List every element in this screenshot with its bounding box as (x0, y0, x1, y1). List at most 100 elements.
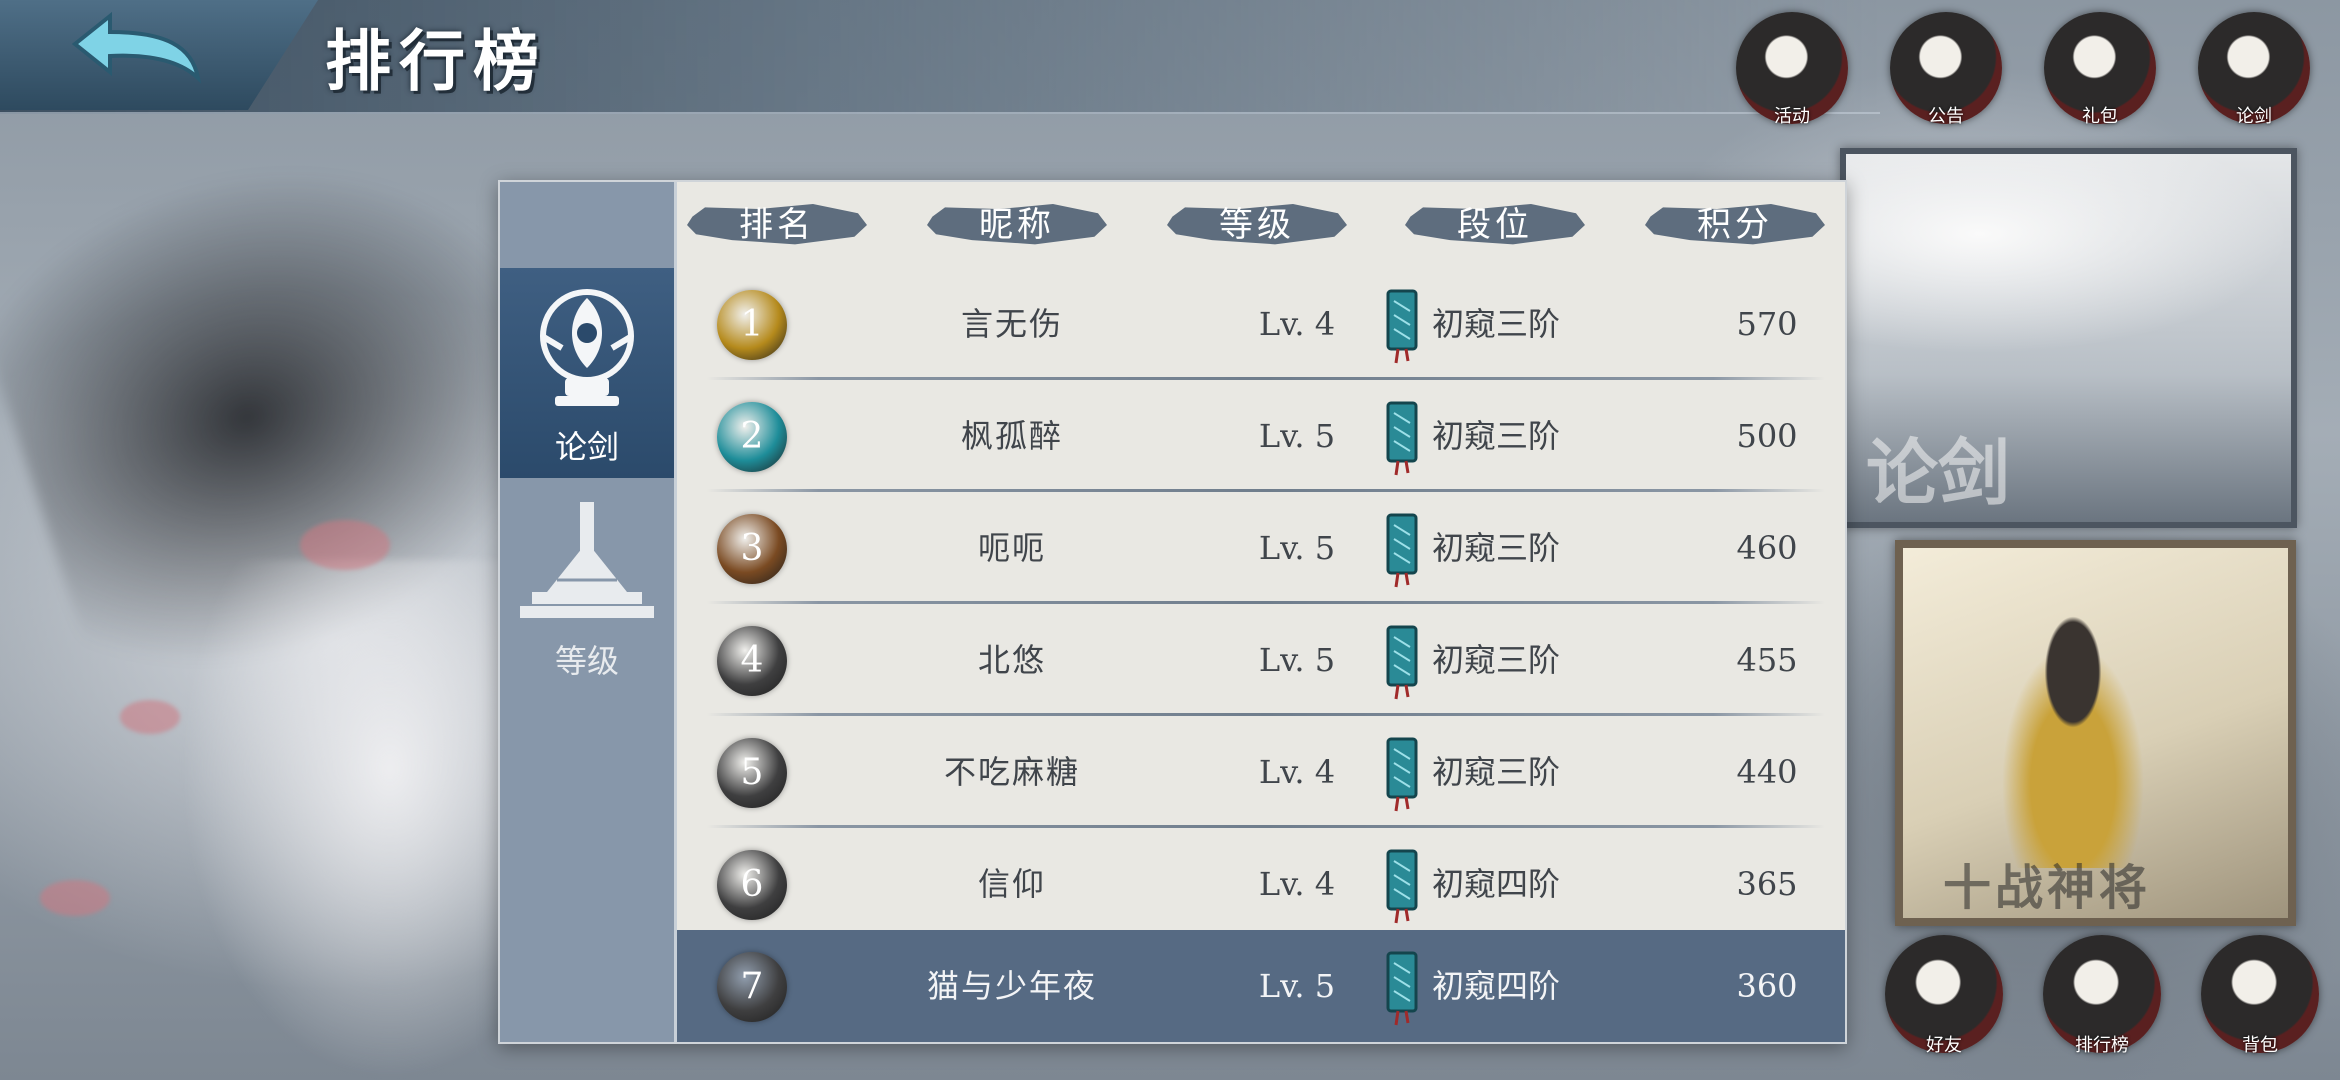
header-level[interactable]: 等级 (1167, 200, 1347, 250)
table-row[interactable]: 7 猫与少年夜 Lv. 5 初窥四阶 360 (677, 930, 1845, 1042)
ranking-sidebar: 论剑 等级 (500, 182, 677, 1042)
character-figure (1973, 588, 2173, 868)
mode-card-generals[interactable]: 十战神将 (1895, 540, 2296, 926)
icon-label: 背包 (2242, 1035, 2278, 1056)
rank-badge: 3 (717, 514, 787, 584)
card-icon[interactable]: 礼包 (2044, 12, 2156, 127)
portrait-icon[interactable]: 公告 (1890, 12, 2002, 127)
player-level: Lv. 4 (1258, 305, 1336, 343)
blossom-petal (120, 700, 180, 734)
rank-badge: 1 (717, 290, 787, 360)
tier-label: 初窥三阶 (1432, 529, 1561, 567)
tier-label: 初窥三阶 (1432, 417, 1561, 455)
header-tier[interactable]: 段位 (1405, 200, 1585, 250)
player-level: Lv. 4 (1258, 753, 1336, 791)
back-button[interactable] (0, 0, 318, 110)
player-nickname: 信仰 (977, 865, 1046, 903)
mask-icon[interactable]: 好友 (1885, 935, 2003, 1056)
header-label: 段位 (1457, 205, 1533, 245)
blossom-petal (40, 880, 110, 916)
player-level: Lv. 4 (1258, 865, 1336, 903)
header-bar: 排行榜 (0, 0, 1880, 114)
scroll-icon[interactable]: 活动 (1736, 12, 1848, 127)
player-score: 365 (1736, 865, 1798, 903)
table-header: 排名 昵称 等级 段位 积分 (677, 182, 1845, 268)
player-level: Lv. 5 (1258, 529, 1336, 567)
table-row[interactable]: 1 言无伤 Lv. 4 初窥三阶 570 (677, 268, 1845, 380)
back-arrow-icon (71, 11, 202, 84)
tier-label: 初窥四阶 (1432, 865, 1561, 903)
page-title: 排行榜 (325, 22, 547, 100)
rank-badge: 7 (717, 952, 787, 1022)
player-score: 455 (1736, 641, 1798, 679)
player-score: 360 (1736, 967, 1798, 1005)
mode-card-duel[interactable]: 论剑 (1840, 148, 2297, 528)
table-row[interactable]: 3 呃呃 Lv. 5 初窥三阶 460 (677, 492, 1845, 604)
ranking-panel: 论剑 等级 排名 昵称 等级 段位 积分 1 言无伤 Lv. 4 初窥三阶 570 2 枫孤… (498, 180, 1847, 1044)
player-level: Lv. 5 (1258, 641, 1336, 679)
player-level: Lv. 5 (1258, 417, 1336, 455)
blossom-petal (300, 520, 390, 570)
rank-badge: 4 (717, 626, 787, 696)
tab-label: 等级 (554, 642, 619, 680)
player-score: 440 (1736, 753, 1798, 791)
player-level: Lv. 5 (1258, 967, 1336, 1005)
player-tier: 初窥三阶 (1382, 604, 1642, 716)
bag-icon[interactable]: 背包 (2201, 935, 2319, 1056)
player-nickname: 言无伤 (960, 305, 1063, 343)
player-nickname: 北悠 (977, 641, 1046, 679)
tier-scroll-icon (1386, 401, 1418, 476)
tab-duel[interactable]: 论剑 (500, 268, 674, 478)
icon-label: 论剑 (2236, 106, 2272, 127)
tab-label: 论剑 (554, 428, 619, 466)
player-score: 500 (1736, 417, 1798, 455)
rank-badge: 5 (717, 738, 787, 808)
header-label: 等级 (1219, 205, 1295, 245)
card-title: 十战神将 (1943, 860, 2152, 916)
player-tier: 初窥三阶 (1382, 492, 1642, 604)
warrior-icon[interactable]: 论剑 (2198, 12, 2310, 127)
header-label: 排名 (739, 205, 815, 245)
header-rank[interactable]: 排名 (687, 200, 867, 250)
tier-label: 初窥四阶 (1432, 967, 1561, 1005)
banner-icon[interactable]: 排行榜 (2043, 935, 2161, 1056)
table-row[interactable]: 4 北悠 Lv. 5 初窥三阶 455 (677, 604, 1845, 716)
tier-label: 初窥三阶 (1432, 753, 1561, 791)
emblem-icon (540, 289, 634, 406)
tier-scroll-icon (1386, 737, 1418, 812)
table-row[interactable]: 2 枫孤醉 Lv. 5 初窥三阶 500 (677, 380, 1845, 492)
bottom-icon-bar: 好友 排行榜 背包 (1885, 935, 2319, 1056)
rank-badge: 2 (717, 402, 787, 472)
header-nickname[interactable]: 昵称 (927, 200, 1107, 250)
player-tier: 初窥三阶 (1382, 380, 1642, 492)
player-tier: 初窥四阶 (1382, 930, 1642, 1042)
card-title: 论剑 (1866, 430, 2011, 515)
table-row[interactable]: 5 不吃麻糖 Lv. 4 初窥三阶 440 (677, 716, 1845, 828)
player-nickname: 呃呃 (977, 529, 1046, 567)
pagoda-icon (520, 502, 654, 618)
icon-label: 活动 (1774, 106, 1810, 127)
tier-label: 初窥三阶 (1432, 641, 1561, 679)
tier-scroll-icon (1386, 513, 1418, 588)
player-nickname: 枫孤醉 (960, 417, 1063, 455)
card-fog (1846, 154, 2291, 354)
header-label: 昵称 (979, 205, 1055, 245)
tier-scroll-icon (1386, 625, 1418, 700)
icon-label: 好友 (1926, 1035, 1962, 1056)
rank-badge: 6 (717, 850, 787, 920)
player-tier: 初窥三阶 (1382, 268, 1642, 380)
header-score[interactable]: 积分 (1645, 200, 1825, 250)
header-label: 积分 (1697, 205, 1773, 245)
player-tier: 初窥四阶 (1382, 828, 1642, 940)
ranking-table: 排名 昵称 等级 段位 积分 1 言无伤 Lv. 4 初窥三阶 570 2 枫孤醉 Lv. 5… (677, 182, 1845, 1042)
icon-label: 公告 (1928, 106, 1964, 127)
icon-label: 排行榜 (2075, 1035, 2129, 1056)
tab-level[interactable]: 等级 (500, 482, 674, 692)
icon-label: 礼包 (2082, 106, 2118, 127)
tier-scroll-icon (1386, 849, 1418, 924)
tier-scroll-icon (1386, 289, 1418, 364)
player-nickname: 不吃麻糖 (943, 753, 1080, 791)
player-nickname: 猫与少年夜 (926, 967, 1097, 1005)
player-score: 460 (1736, 529, 1798, 567)
table-row[interactable]: 6 信仰 Lv. 4 初窥四阶 365 (677, 828, 1845, 940)
